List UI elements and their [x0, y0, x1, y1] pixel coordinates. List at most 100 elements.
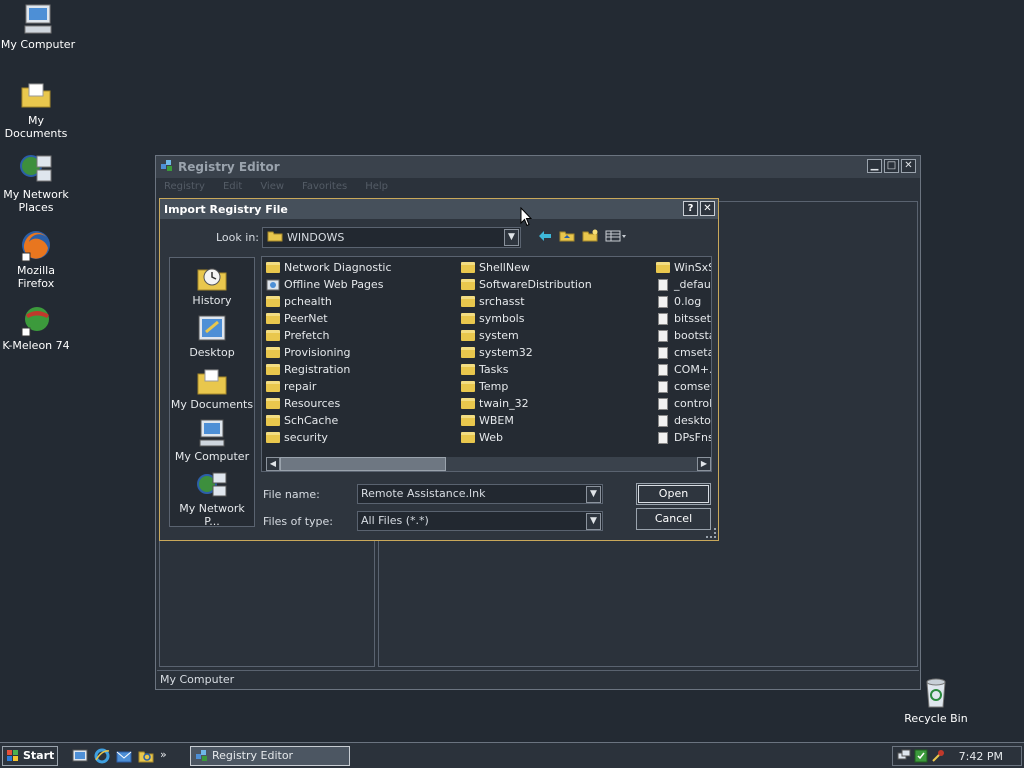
scroll-right-icon[interactable]: ▶ [697, 457, 711, 471]
file-list-item[interactable]: DPsFnsl [656, 429, 711, 446]
file-list-item[interactable]: PeerNet [266, 310, 392, 327]
file-list-item[interactable]: WinSxS [656, 259, 711, 276]
horizontal-scrollbar[interactable]: ◀ ▶ [266, 457, 711, 471]
file-list-item[interactable]: Resources [266, 395, 392, 412]
menu-edit[interactable]: Edit [223, 178, 242, 196]
start-button[interactable]: Start [2, 746, 58, 766]
folder-icon [266, 363, 280, 376]
cancel-button[interactable]: Cancel [636, 508, 711, 530]
place-desktop[interactable]: Desktop [170, 314, 254, 359]
file-list-item[interactable]: WBEM [461, 412, 592, 429]
folder-icon [461, 431, 475, 444]
document-icon [656, 414, 670, 427]
network-tray-icon[interactable] [897, 749, 911, 766]
file-list-item[interactable]: srchasst [461, 293, 592, 310]
file-name-input[interactable]: Remote Assistance.lnk ▼ [357, 484, 603, 504]
files-of-type-dropdown[interactable]: All Files (*.*) ▼ [357, 511, 603, 531]
tools-tray-icon[interactable] [931, 749, 945, 766]
file-list-item[interactable]: system [461, 327, 592, 344]
look-in-dropdown[interactable]: WINDOWS ▼ [262, 227, 521, 248]
chevron-down-icon[interactable]: ▼ [504, 229, 519, 246]
desktop-icon-firefox[interactable]: Mozilla Firefox [0, 228, 74, 290]
file-list-item[interactable]: desktop [656, 412, 711, 429]
place-my-documents[interactable]: My Documents [170, 366, 254, 411]
file-list-item[interactable]: COM+.l [656, 361, 711, 378]
menu-help[interactable]: Help [365, 178, 388, 196]
file-name: security [284, 431, 328, 444]
file-list-item[interactable]: Prefetch [266, 327, 392, 344]
file-list-item[interactable]: bootsta [656, 327, 712, 344]
quick-launch-more[interactable]: » [160, 748, 167, 767]
menu-view[interactable]: View [260, 178, 284, 196]
look-in-label: Look in: [216, 231, 259, 244]
close-button[interactable]: ✕ [901, 159, 916, 173]
desktop-icon-my-computer[interactable]: My Computer [0, 2, 76, 51]
desktop-icon-label: Recycle Bin [904, 712, 968, 725]
place-my-computer[interactable]: My Computer [170, 418, 254, 463]
place-network[interactable]: My Network P... [170, 470, 254, 528]
place-label: My Network P... [179, 502, 245, 528]
outlook-express-icon[interactable] [116, 748, 132, 767]
show-desktop-icon[interactable] [72, 748, 88, 767]
dialog-title-bar[interactable]: Import Registry File [160, 199, 718, 219]
file-list-item[interactable]: cmsetac [656, 344, 711, 361]
security-tray-icon[interactable] [914, 749, 928, 766]
menu-favorites[interactable]: Favorites [302, 178, 347, 196]
file-name: bootsta [674, 329, 712, 342]
taskbar-registry-editor[interactable]: Registry Editor [190, 746, 350, 766]
desktop-icon-my-documents[interactable]: My Documents [0, 78, 74, 140]
view-menu-icon[interactable] [605, 230, 627, 245]
file-list-item[interactable]: Tasks [461, 361, 592, 378]
file-list-item[interactable]: repair [266, 378, 392, 395]
file-name: WBEM [479, 414, 514, 427]
file-list-item[interactable]: pchealth [266, 293, 392, 310]
file-list-item[interactable]: Network Diagnostic [266, 259, 392, 276]
file-list-item[interactable]: ShellNew [461, 259, 592, 276]
file-list-item[interactable]: twain_32 [461, 395, 592, 412]
file-list-item[interactable]: bitsset [656, 310, 711, 327]
taskbar-task-label: Registry Editor [212, 749, 294, 762]
file-list-item[interactable]: system32 [461, 344, 592, 361]
back-arrow-icon[interactable] [538, 230, 552, 245]
place-history[interactable]: History [170, 262, 254, 307]
file-list-item[interactable]: Provisioning [266, 344, 392, 361]
resize-grip[interactable] [706, 528, 716, 538]
file-list-item[interactable]: _defaul [656, 276, 711, 293]
new-folder-icon[interactable] [582, 229, 598, 245]
dialog-help-button[interactable]: ? [683, 201, 698, 216]
open-button[interactable]: Open [636, 483, 711, 505]
file-list-item[interactable]: Temp [461, 378, 592, 395]
file-list-item[interactable]: SchCache [266, 412, 392, 429]
desktop-icon-k-meleon[interactable]: K-Meleon 74 [0, 303, 74, 352]
search-folder-icon[interactable] [138, 748, 154, 767]
taskbar: Start » Registry Editor 7:42 PM [0, 742, 1024, 768]
file-list-item[interactable]: comsetu [656, 378, 711, 395]
file-list-item[interactable]: symbols [461, 310, 592, 327]
chevron-down-icon[interactable]: ▼ [586, 513, 601, 530]
up-folder-icon[interactable] [559, 229, 575, 245]
file-list-item[interactable]: 0.log [656, 293, 711, 310]
file-list-item[interactable]: control. [656, 395, 711, 412]
maximize-button[interactable]: □ [884, 159, 899, 173]
file-list-item[interactable]: security [266, 429, 392, 446]
file-list-item[interactable]: Web [461, 429, 592, 446]
desktop-icon-network-places[interactable]: My Network Places [0, 152, 74, 214]
start-label: Start [23, 749, 55, 762]
minimize-button[interactable]: ▁ [867, 159, 882, 173]
file-list-item[interactable]: Offline Web Pages [266, 276, 392, 293]
file-list-item[interactable]: SoftwareDistribution [461, 276, 592, 293]
documents-folder-icon [196, 366, 228, 396]
place-label: History [192, 294, 232, 307]
menu-registry[interactable]: Registry [164, 178, 205, 196]
chevron-down-icon[interactable]: ▼ [586, 486, 601, 503]
file-list[interactable]: Network Diagnostic Offline Web Pages pchea… [261, 256, 712, 472]
file-list-item[interactable]: Registration [266, 361, 392, 378]
internet-explorer-icon[interactable] [94, 748, 110, 767]
file-name: DPsFnsl [674, 431, 711, 444]
dialog-close-button[interactable]: ✕ [700, 201, 715, 216]
registry-title-bar[interactable]: Registry Editor [156, 156, 920, 178]
scrollbar-thumb[interactable] [280, 457, 446, 471]
firefox-icon [19, 228, 53, 262]
scroll-left-icon[interactable]: ◀ [266, 457, 280, 471]
computer-icon [196, 418, 228, 448]
